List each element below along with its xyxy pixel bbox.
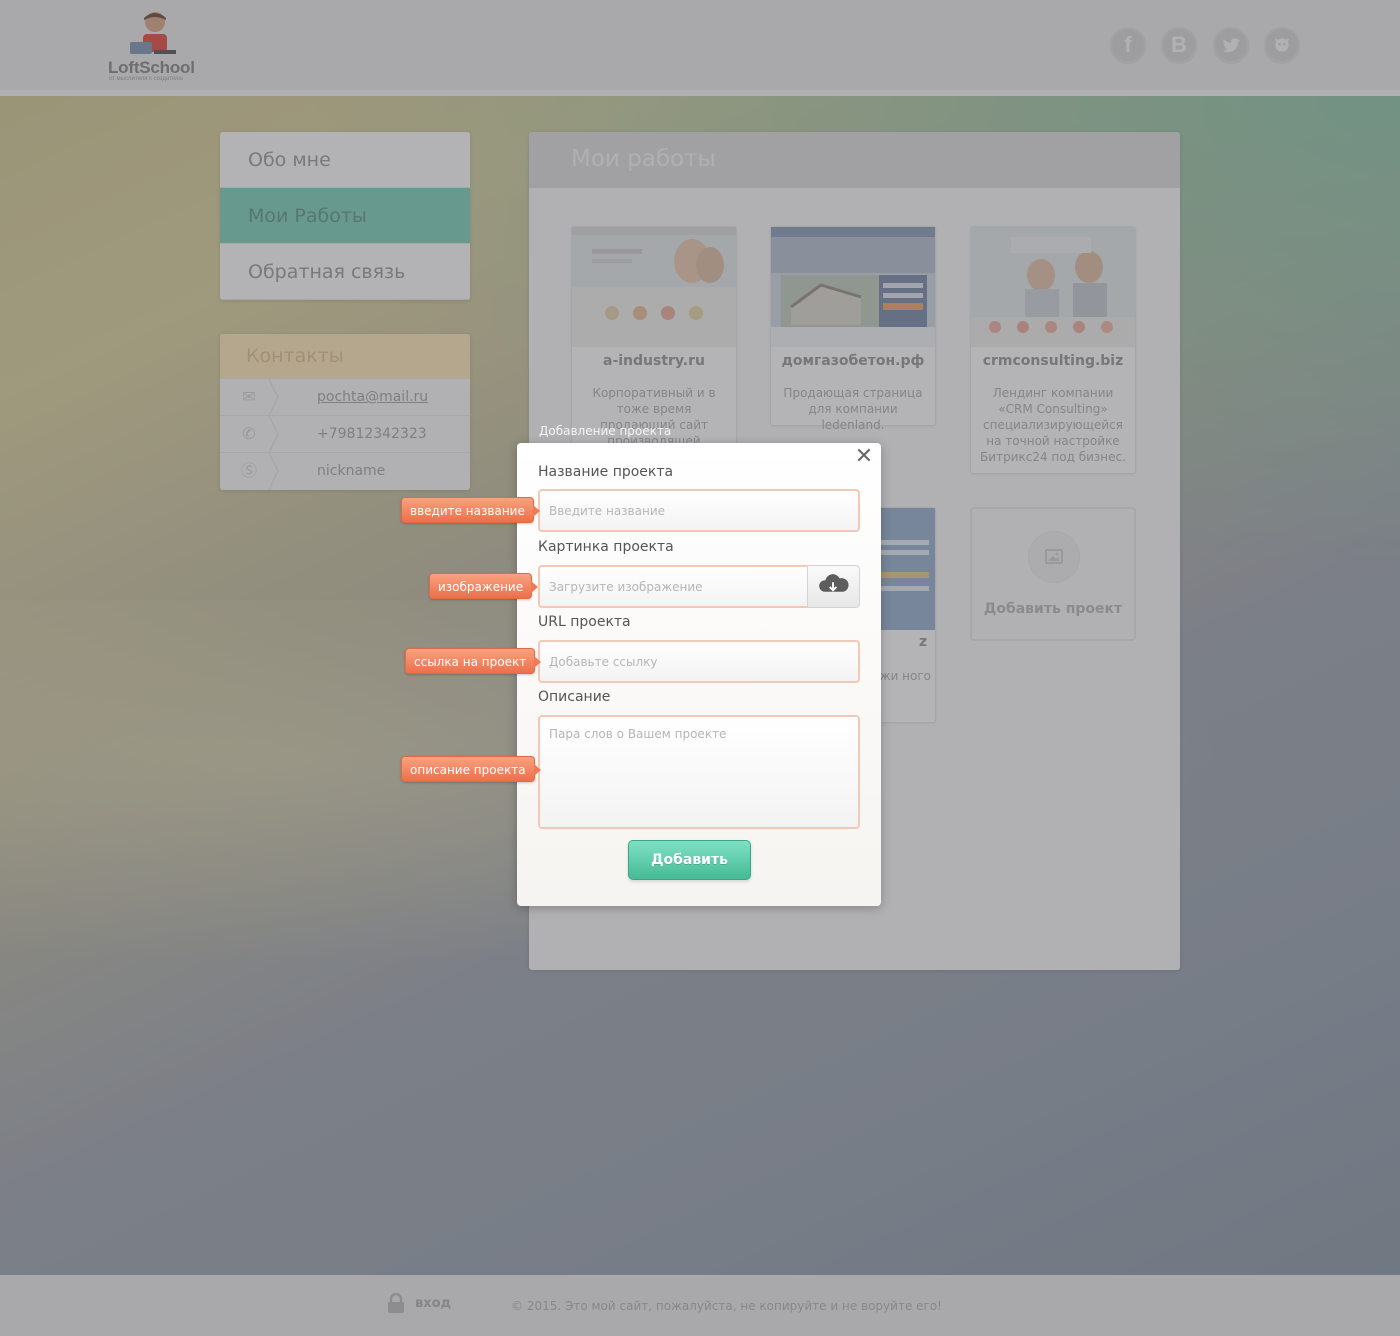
url-label: URL проекта (538, 614, 631, 630)
project-image-input[interactable] (538, 565, 810, 608)
upload-button[interactable] (807, 565, 860, 608)
project-description-input[interactable] (538, 715, 860, 829)
name-label: Название проекта (538, 464, 674, 480)
name-tooltip: введите название (401, 497, 540, 523)
cloud-upload-icon (819, 574, 849, 592)
modal-caption: Добавление проекта (539, 424, 672, 438)
image-label: Картинка проекта (538, 539, 674, 555)
add-project-modal: ✕ Название проекта Картинка проекта URL … (517, 443, 881, 906)
image-tooltip: изображение (429, 573, 539, 599)
close-icon[interactable]: ✕ (853, 446, 875, 468)
url-tooltip: ссылка на проект (405, 648, 542, 674)
description-tooltip: описание проекта (401, 756, 541, 782)
description-label: Описание (538, 689, 611, 705)
project-url-input[interactable] (538, 640, 860, 683)
project-name-input[interactable] (538, 489, 860, 532)
submit-button[interactable]: Добавить (628, 840, 751, 880)
